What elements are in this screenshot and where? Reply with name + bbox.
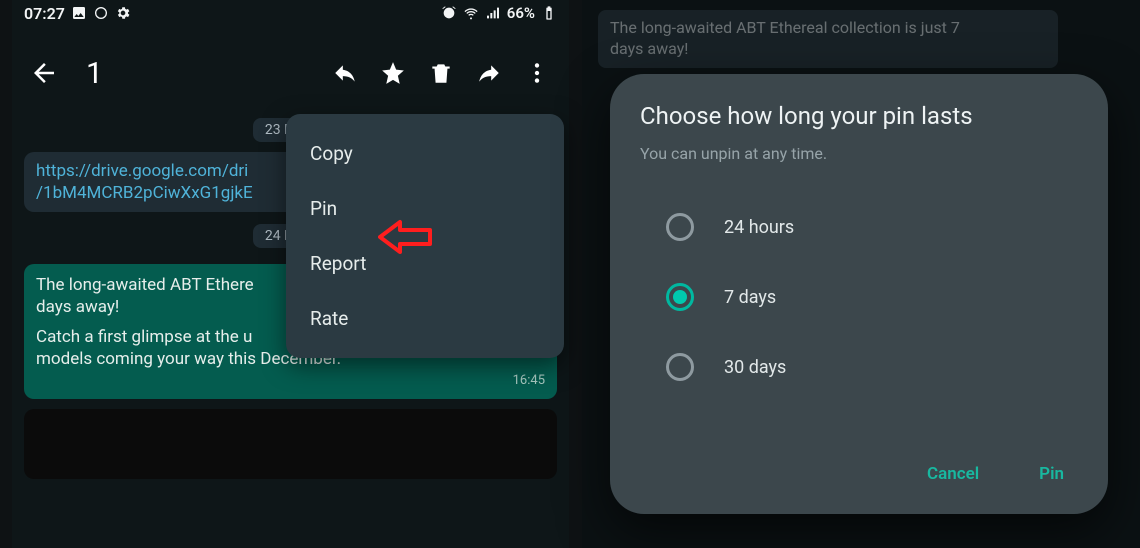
phone-chat-screen: 07:27 66% 1 <box>12 0 569 548</box>
image-icon <box>71 5 87 21</box>
reply-button[interactable] <box>321 49 369 97</box>
message-link[interactable]: /1bM4MCRB2pCiwXxG1gjkE <box>36 183 253 203</box>
pin-option-24h[interactable]: 24 hours <box>640 197 1078 257</box>
status-bar: 07:27 66% <box>12 0 569 26</box>
pin-duration-dialog: Choose how long your pin lasts You can u… <box>610 74 1108 514</box>
more-button[interactable] <box>513 49 561 97</box>
signal-icon <box>485 5 501 21</box>
selection-action-bar: 1 <box>12 42 569 104</box>
option-label: 7 days <box>724 287 776 308</box>
dialog-title: Choose how long your pin lasts <box>640 102 1078 130</box>
message-timestamp: 16:45 <box>36 373 545 390</box>
menu-item-rate[interactable]: Rate <box>286 291 564 346</box>
media-bubble[interactable] <box>24 409 557 479</box>
cancel-button[interactable]: Cancel <box>917 456 989 492</box>
star-button[interactable] <box>369 49 417 97</box>
forward-button[interactable] <box>465 49 513 97</box>
option-label: 30 days <box>724 357 786 378</box>
battery-icon <box>541 5 557 21</box>
pin-button[interactable]: Pin <box>1029 456 1074 492</box>
menu-item-copy[interactable]: Copy <box>286 126 564 181</box>
message-link[interactable]: https://drive.google.com/dri <box>36 161 248 181</box>
selection-count: 1 <box>86 56 321 91</box>
radio-icon <box>666 213 694 241</box>
pin-option-7d[interactable]: 7 days <box>640 267 1078 327</box>
delete-button[interactable] <box>417 49 465 97</box>
alarm-icon <box>441 5 457 21</box>
outline-circle-icon <box>93 5 109 21</box>
radio-icon <box>666 353 694 381</box>
annotation-arrow-icon <box>378 218 434 256</box>
pin-option-30d[interactable]: 30 days <box>640 337 1078 397</box>
option-label: 24 hours <box>724 217 794 238</box>
gear-icon <box>115 5 131 21</box>
battery-pct: 66% <box>507 4 535 22</box>
status-time: 07:27 <box>24 4 65 23</box>
dialog-subtitle: You can unpin at any time. <box>640 144 1078 163</box>
wifi-icon <box>463 5 479 21</box>
back-button[interactable] <box>20 49 68 97</box>
radio-selected-icon <box>666 283 694 311</box>
